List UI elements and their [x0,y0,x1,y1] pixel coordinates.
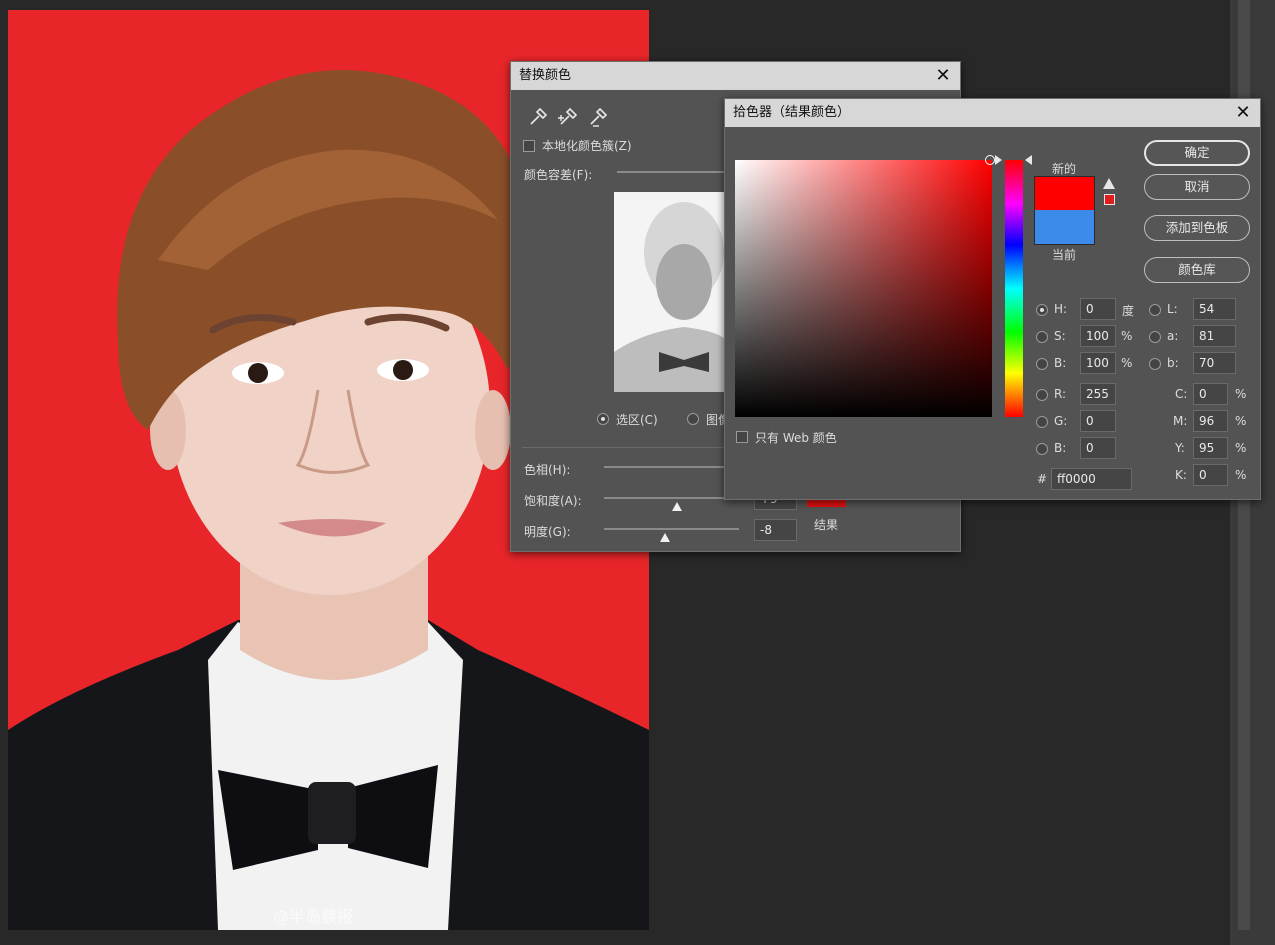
h-unit: 度 [1122,304,1135,318]
color-field[interactable] [735,155,995,417]
a-radio[interactable] [1149,331,1161,343]
h-input[interactable]: 0 [1080,298,1116,320]
g-input[interactable]: 0 [1080,410,1116,432]
b-unit: % [1121,356,1133,370]
s-unit: % [1121,329,1133,343]
blue-label: B: [1054,441,1067,455]
image-radio[interactable] [687,413,699,425]
hue-arrow-right[interactable] [1025,155,1032,165]
blue-radio[interactable] [1036,443,1048,455]
lightness-input[interactable]: -8 [754,519,797,541]
hex-input[interactable]: ff0000 [1051,468,1132,490]
r-input[interactable]: 255 [1080,383,1116,405]
color-picker-dialog: 拾色器（结果颜色） ✕ 新的 当前 确定 取消 添加到色板 颜色库 只有 Web… [724,98,1261,500]
gamut-warning-swatch[interactable] [1104,194,1115,205]
hex-label: # [1037,472,1048,486]
lab-b-input[interactable]: 70 [1193,352,1236,374]
m-unit: % [1235,414,1247,428]
hue-spectrum-slider[interactable] [1005,160,1023,417]
lightness-slider[interactable] [604,528,739,530]
new-color-label: 新的 [1052,162,1077,176]
replace-color-divider [522,447,727,448]
g-label: G: [1054,414,1068,428]
s-input[interactable]: 100 [1080,325,1116,347]
new-color-swatch [1035,177,1094,210]
add-to-swatches-button[interactable]: 添加到色板 [1144,215,1250,241]
lightness-label: 明度(G): [524,525,571,539]
eyedropper-icon[interactable] [530,107,548,125]
color-picker-title: 拾色器（结果颜色） [733,105,851,120]
k-input[interactable]: 0 [1193,464,1228,486]
y-label: Y: [1175,441,1185,455]
ok-button[interactable]: 确定 [1144,140,1250,166]
hue-slider[interactable] [604,466,727,468]
new-current-swatch [1034,176,1095,245]
watermark: @半岛晨报 [273,907,354,926]
a-label: a: [1167,329,1179,343]
l-radio[interactable] [1149,304,1161,316]
h-label: H: [1054,302,1068,316]
saturation-slider[interactable] [604,497,739,499]
selection-radio[interactable] [597,413,609,425]
localized-clusters-label: 本地化颜色簇(Z) [542,139,632,153]
c-input[interactable]: 0 [1193,383,1228,405]
hue-label: 色相(H): [524,463,571,477]
m-input[interactable]: 96 [1193,410,1228,432]
gamut-warning-icon[interactable] [1103,178,1115,189]
replace-color-title: 替换颜色 [519,68,572,83]
k-unit: % [1235,468,1247,482]
eyedropper-minus-icon[interactable] [590,107,608,127]
saturation-label: 饱和度(A): [524,494,582,508]
r-label: R: [1054,387,1067,401]
cancel-button[interactable]: 取消 [1144,174,1250,200]
selection-radio-label: 选区(C) [616,413,658,427]
eyedropper-plus-icon[interactable] [558,107,578,125]
web-only-label: 只有 Web 颜色 [755,431,837,445]
m-label: M: [1173,414,1188,428]
eyedropper-tools [530,107,608,127]
fuzziness-label: 颜色容差(F): [524,168,593,182]
selection-preview [614,192,726,392]
l-label: L: [1167,302,1178,316]
lightness-slider-thumb[interactable] [660,533,670,542]
c-label: C: [1175,387,1188,401]
s-label: S: [1054,329,1066,343]
color-field-marker[interactable] [985,155,995,165]
b-label: B: [1054,356,1067,370]
lab-b-radio[interactable] [1149,358,1161,370]
s-radio[interactable] [1036,331,1048,343]
hue-arrow-left[interactable] [995,155,1002,165]
current-color-label: 当前 [1052,248,1077,262]
replace-color-titlebar[interactable]: 替换颜色 [511,62,960,90]
lab-b-label: b: [1167,356,1179,370]
c-unit: % [1235,387,1247,401]
color-picker-titlebar[interactable]: 拾色器（结果颜色） [725,99,1260,127]
blue-input[interactable]: 0 [1080,437,1116,459]
l-input[interactable]: 54 [1193,298,1236,320]
localized-clusters-checkbox[interactable] [523,140,535,152]
a-input[interactable]: 81 [1193,325,1236,347]
color-libraries-button[interactable]: 颜色库 [1144,257,1250,283]
color-picker-close-icon[interactable]: ✕ [1234,99,1252,127]
result-label: 结果 [814,518,839,532]
y-unit: % [1235,441,1247,455]
current-color-swatch[interactable] [1035,210,1094,244]
b-radio[interactable] [1036,358,1048,370]
g-radio[interactable] [1036,416,1048,428]
saturation-slider-thumb[interactable] [672,502,682,511]
h-radio[interactable] [1036,304,1048,316]
k-label: K: [1175,468,1187,482]
fuzziness-slider[interactable] [617,171,727,173]
web-only-checkbox[interactable] [736,431,748,443]
r-radio[interactable] [1036,389,1048,401]
b-input[interactable]: 100 [1080,352,1116,374]
replace-color-close-icon[interactable]: ✕ [934,62,952,90]
y-input[interactable]: 95 [1193,437,1228,459]
